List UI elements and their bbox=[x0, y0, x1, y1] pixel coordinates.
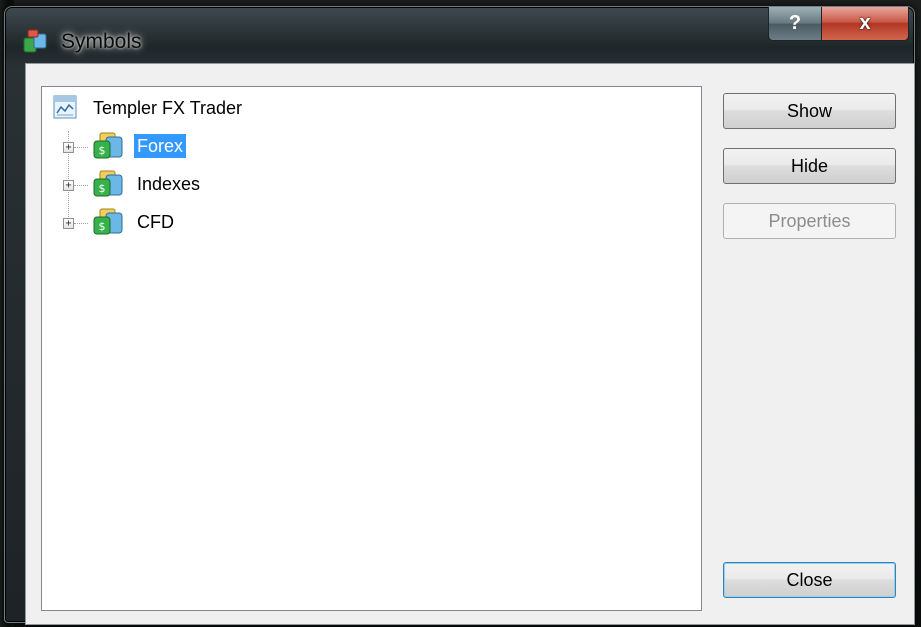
svg-text:$: $ bbox=[99, 220, 106, 233]
window-close-button[interactable]: x bbox=[821, 7, 909, 41]
tree-node-label: Indexes bbox=[137, 174, 201, 194]
symbols-dialog: Symbols ? x Templer FX Trader + $ Forex … bbox=[4, 6, 915, 625]
svg-text:$: $ bbox=[99, 182, 106, 195]
hide-button[interactable]: Hide bbox=[723, 148, 896, 184]
tree-root-label: Templer FX Trader bbox=[93, 98, 243, 118]
properties-button[interactable]: Properties bbox=[723, 203, 896, 239]
close-button[interactable]: Close bbox=[723, 562, 896, 598]
show-button[interactable]: Show bbox=[723, 93, 896, 129]
tree-node-label: Forex bbox=[134, 134, 187, 158]
tree-node-indexes[interactable]: Indexes bbox=[134, 172, 203, 196]
expand-indexes-toggle[interactable]: + bbox=[63, 180, 74, 191]
tree-node-cfd[interactable]: CFD bbox=[134, 210, 177, 234]
symbols-tree[interactable]: Templer FX Trader + $ Forex + $ Indexes … bbox=[41, 86, 702, 611]
help-button[interactable]: ? bbox=[768, 7, 822, 41]
symbols-app-icon bbox=[23, 29, 47, 53]
expand-cfd-toggle[interactable]: + bbox=[63, 218, 74, 229]
svg-text:$: $ bbox=[99, 144, 106, 157]
tree-root-node[interactable]: Templer FX Trader bbox=[90, 96, 245, 120]
tree-node-label: CFD bbox=[137, 212, 174, 232]
expand-forex-toggle[interactable]: + bbox=[63, 142, 74, 153]
server-chart-icon bbox=[53, 95, 77, 119]
window-title: Symbols bbox=[61, 30, 142, 53]
tree-connector bbox=[74, 147, 88, 148]
symbol-folder-icon: $ bbox=[93, 132, 123, 159]
tree-connector bbox=[74, 223, 88, 224]
tree-connector bbox=[74, 185, 88, 186]
symbol-folder-icon: $ bbox=[93, 170, 123, 197]
dialog-client-area: Templer FX Trader + $ Forex + $ Indexes … bbox=[25, 63, 915, 625]
symbol-folder-icon: $ bbox=[93, 208, 123, 235]
title-bar[interactable]: Symbols ? x bbox=[5, 7, 914, 63]
tree-node-forex[interactable]: Forex bbox=[134, 134, 187, 158]
